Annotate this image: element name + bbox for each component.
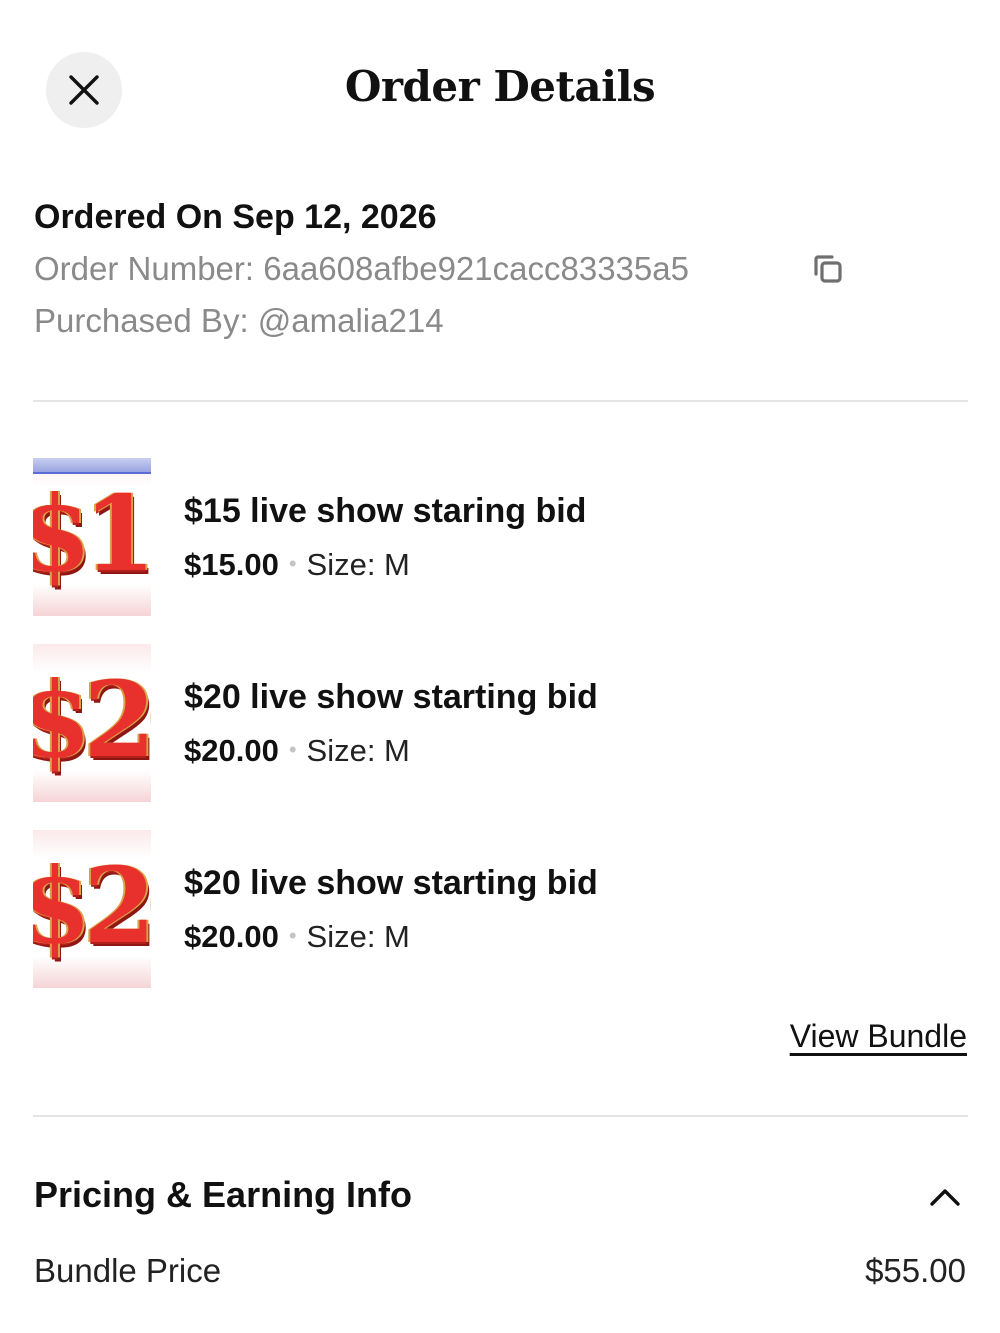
item-size: Size: M bbox=[306, 919, 410, 954]
item-size: Size: M bbox=[306, 733, 410, 768]
item-price: $20.00 bbox=[184, 733, 279, 768]
order-date: Ordered On Sep 12, 2026 bbox=[34, 198, 437, 236]
bundle-price-value: $55.00 bbox=[865, 1252, 966, 1289]
view-bundle-link[interactable]: View Bundle bbox=[790, 1018, 967, 1055]
copy-icon bbox=[814, 255, 842, 283]
item-details: $20.00 • Size: M bbox=[184, 919, 410, 955]
separator-dot: • bbox=[288, 737, 297, 762]
item-size: Size: M bbox=[306, 547, 410, 582]
order-number-label: Order Number: bbox=[34, 250, 264, 287]
separator-dot: • bbox=[288, 923, 297, 948]
purchased-by: Purchased By: @amalia214 bbox=[34, 302, 444, 340]
order-number: Order Number: 6aa608afbe921cacc83335a5 bbox=[34, 250, 689, 288]
order-item[interactable]: $20 $20 live show starting bid $20.00 • Si… bbox=[33, 644, 968, 802]
separator-dot: • bbox=[288, 551, 297, 576]
order-item[interactable]: $15 $15 live show staring bid $15.00 • Siz… bbox=[33, 458, 968, 616]
pricing-collapse-toggle[interactable] bbox=[922, 1174, 968, 1218]
item-thumbnail: $20 bbox=[33, 830, 151, 988]
order-item[interactable]: $20 $20 live show starting bid $20.00 • Si… bbox=[33, 830, 968, 988]
pricing-section-title[interactable]: Pricing & Earning Info bbox=[34, 1174, 412, 1216]
divider bbox=[33, 400, 968, 402]
order-number-value: 6aa608afbe921cacc83335a5 bbox=[263, 250, 689, 287]
item-title: $20 live show starting bid bbox=[184, 864, 598, 902]
item-price: $15.00 bbox=[184, 547, 279, 582]
thumbnail-price-graphic: $20 bbox=[33, 844, 151, 967]
item-details: $15.00 • Size: M bbox=[184, 547, 410, 583]
item-title: $20 live show starting bid bbox=[184, 678, 598, 716]
purchaser-handle[interactable]: @amalia214 bbox=[258, 302, 444, 339]
divider bbox=[33, 1115, 968, 1117]
thumbnail-price-graphic: $20 bbox=[33, 658, 151, 781]
item-title: $15 live show staring bid bbox=[184, 492, 587, 530]
copy-order-number-button[interactable] bbox=[808, 250, 848, 290]
item-price: $20.00 bbox=[184, 919, 279, 954]
chevron-up-icon bbox=[930, 1189, 960, 1206]
purchased-by-label: Purchased By: bbox=[34, 302, 258, 339]
item-thumbnail: $15 bbox=[33, 458, 151, 616]
thumbnail-price-graphic: $15 bbox=[33, 472, 151, 595]
item-details: $20.00 • Size: M bbox=[184, 733, 410, 769]
bundle-price-label: Bundle Price bbox=[34, 1252, 222, 1289]
page-title: Order Details bbox=[344, 62, 656, 111]
order-details-screen: Order Details Ordered On Sep 12, 2026 Or… bbox=[0, 0, 1000, 1333]
item-thumbnail: $20 bbox=[33, 644, 151, 802]
